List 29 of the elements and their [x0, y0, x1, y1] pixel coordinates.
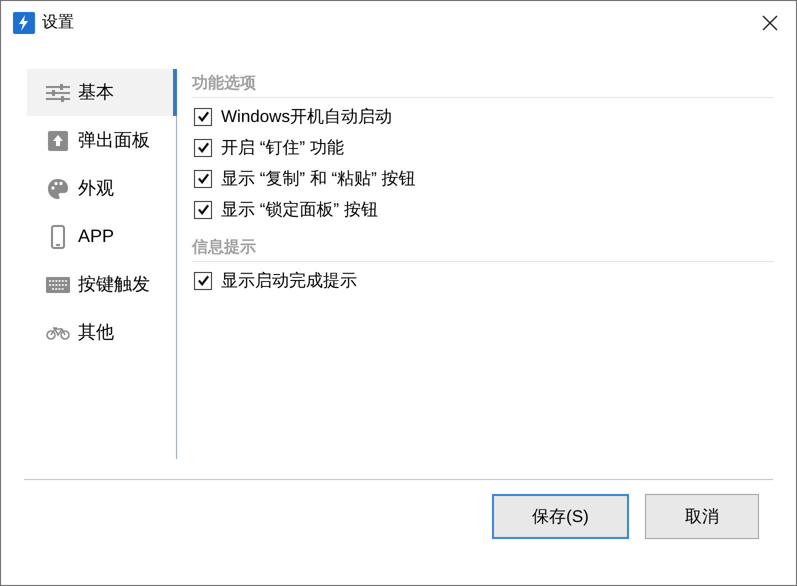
option-label: 显示启动完成提示: [221, 270, 357, 292]
keyboard-icon: [46, 276, 70, 292]
checkbox[interactable]: [194, 272, 212, 290]
option-label: 显示 “复制” 和 “粘贴” 按钮: [221, 168, 416, 190]
cancel-button[interactable]: 取消: [645, 494, 759, 539]
bicycle-icon: [46, 326, 70, 340]
sidebar-item[interactable]: APP: [27, 213, 176, 260]
lightning-bolt-icon: [13, 12, 35, 34]
sidebar-item[interactable]: 其他: [27, 309, 176, 356]
palette-icon: [47, 178, 69, 200]
checkbox[interactable]: [194, 138, 212, 156]
section-heading: 信息提示: [192, 239, 256, 256]
upload-icon: [48, 130, 68, 150]
save-button[interactable]: 保存(S): [492, 494, 629, 539]
phone-icon: [51, 224, 65, 248]
sliders-icon: [46, 82, 70, 102]
sidebar-item[interactable]: 按键触发: [27, 261, 176, 308]
option-label: 开启 “钉住” 功能: [221, 136, 344, 159]
sidebar-item[interactable]: 弹出面板: [27, 117, 176, 164]
section-heading: 功能选项: [192, 75, 256, 92]
close-icon: [762, 15, 778, 31]
checkbox[interactable]: [194, 170, 212, 188]
option-label: Windows开机自动启动: [221, 106, 392, 128]
sidebar-item[interactable]: 外观: [27, 165, 176, 212]
checkbox[interactable]: [194, 108, 212, 126]
window-title: 设置: [42, 13, 74, 33]
option-label: 显示 “锁定面板” 按钮: [221, 198, 378, 221]
sidebar-item[interactable]: 基本: [27, 69, 177, 116]
checkbox[interactable]: [194, 200, 212, 218]
